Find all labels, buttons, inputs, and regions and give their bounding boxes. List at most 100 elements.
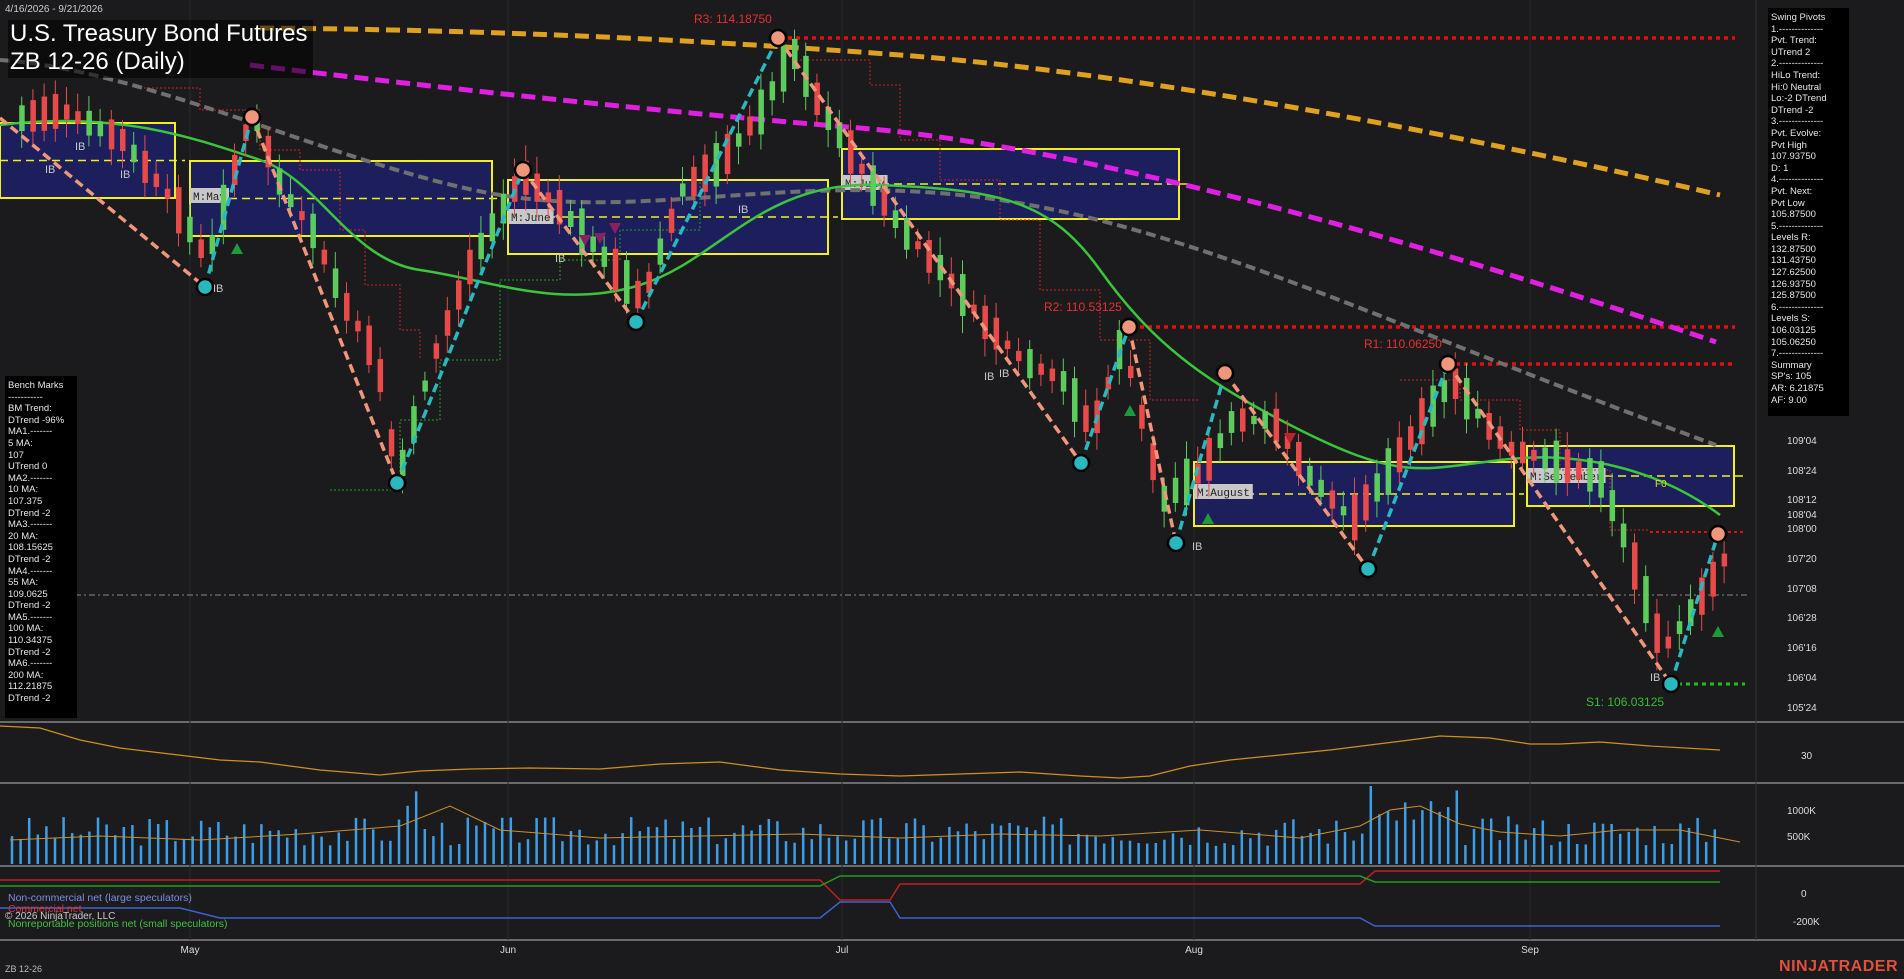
candle-body	[736, 133, 742, 147]
swing-pivots-line: D: 1	[1771, 162, 1789, 174]
candle-body	[187, 216, 193, 243]
swing-low-marker	[195, 277, 215, 297]
swing-low-marker	[387, 473, 407, 493]
volume-axis-label: 1000K	[1787, 806, 1816, 817]
bench-marks-line: -----------	[8, 391, 43, 403]
swing-high-marker	[1215, 363, 1235, 383]
candle-body	[1027, 349, 1033, 379]
swing-pivots-line: 105.06250	[1771, 336, 1816, 348]
candle-body	[1307, 465, 1313, 486]
swing-pivots-line: Summary	[1771, 359, 1812, 371]
candle-body	[1508, 441, 1515, 456]
swing-low-marker	[1166, 533, 1186, 553]
swing-pivots-line: Levels S:	[1771, 313, 1811, 325]
r3-label: R3: 114.18750	[694, 12, 772, 26]
x-axis-label: May	[181, 945, 200, 956]
price-axis-label: 108'24	[1787, 466, 1817, 477]
swing-pivots-line: UTrend 2	[1771, 46, 1811, 58]
swing-high-marker	[1708, 524, 1728, 544]
swing-pivots-line: 127.62500	[1771, 267, 1816, 279]
f0-label: F0	[1655, 479, 1667, 490]
bench-marks-line: 10 MA:	[8, 484, 39, 496]
candle-body	[366, 325, 372, 366]
candle-body	[86, 110, 92, 136]
bench-marks-line: MA3.-------	[8, 519, 53, 531]
swing-pivots-line: SP's: 105	[1771, 371, 1812, 383]
bench-marks-line: 5 MA:	[8, 437, 33, 449]
swing-pivots-panel: Swing Pivots 1.-------------- Pvt. Trend: U…	[1768, 8, 1849, 416]
bench-marks-line: DTrend -2	[8, 646, 51, 658]
candle-body	[433, 343, 440, 359]
bench-marks-line: DTrend -96%	[8, 414, 65, 426]
price-axis-label: 108'04	[1787, 510, 1817, 521]
candle-body	[612, 248, 619, 291]
swing-pivots-line: 126.93750	[1771, 278, 1816, 290]
candle-body	[344, 292, 350, 321]
candle-body	[1049, 368, 1056, 382]
candle-body	[657, 238, 664, 265]
ib-label: IB	[1650, 672, 1660, 684]
candle-body	[1620, 523, 1627, 548]
swing-pivots-line: 2.--------------	[1771, 58, 1824, 70]
candle-body	[769, 81, 776, 101]
swing-pivots-line: Hi:0 Neutral	[1771, 81, 1822, 93]
candle-body	[1564, 449, 1571, 483]
candle-body	[64, 104, 70, 120]
swing-pivots-line: AF: 9.00	[1771, 394, 1807, 406]
candle-body	[680, 183, 686, 197]
swing-pivots-line: 5.--------------	[1771, 220, 1824, 232]
bench-marks-line: MA1.-------	[8, 426, 53, 438]
ib-label: IB	[984, 371, 994, 383]
candle-body	[232, 154, 238, 186]
candle-body	[1576, 461, 1582, 480]
swing-high-marker	[513, 160, 533, 180]
candle-body	[1240, 408, 1246, 432]
candle-body	[1396, 437, 1403, 473]
candle-body	[590, 236, 596, 252]
swing-pivots-line: 106.03125	[1771, 325, 1816, 337]
r2-label: R2: 110.53125	[1044, 300, 1122, 314]
candle-body	[478, 232, 484, 260]
swing-pivots-line: 7.--------------	[1771, 348, 1824, 360]
swing-low-marker	[626, 312, 646, 332]
x-axis-label: Sep	[1521, 945, 1539, 956]
swing-pivots-line: 132.87500	[1771, 243, 1816, 255]
swing-pivots-line: 107.93750	[1771, 151, 1816, 163]
swing-pivots-line: Lo:-2 DTrend	[1771, 93, 1827, 105]
candle-body	[993, 317, 1000, 350]
candle-body	[1654, 613, 1660, 653]
candle-body	[881, 189, 888, 216]
osc-axis-label: 30	[1801, 751, 1813, 762]
candle-body	[1016, 350, 1022, 362]
candle-body	[848, 130, 854, 174]
candle-body	[1408, 426, 1414, 450]
volume-axis-label: 500K	[1787, 832, 1811, 843]
bench-marks-line: 200 MA:	[8, 669, 44, 681]
candle-body	[332, 268, 339, 298]
bench-marks-line: DTrend -2	[8, 507, 51, 519]
x-axis-label: Aug	[1185, 945, 1203, 956]
price-axis-label: 105'24	[1787, 703, 1817, 714]
swing-pivots-line: 4.--------------	[1771, 174, 1824, 186]
candle-body	[1598, 461, 1604, 498]
bench-marks-line: 110.34375	[8, 635, 53, 647]
candle-body	[1531, 449, 1537, 461]
ib-label: IB	[75, 141, 85, 153]
candle-body	[568, 210, 574, 228]
candle-body	[355, 320, 361, 332]
candle-body	[1587, 458, 1593, 492]
swing-high-marker	[1438, 354, 1458, 374]
candle-body	[859, 163, 865, 174]
price-axis-label: 109'04	[1787, 436, 1817, 447]
bench-marks-line: 107.375	[8, 495, 43, 507]
candle-body	[1329, 490, 1336, 509]
x-axis-label: Jun	[500, 945, 516, 956]
swing-pivots-line: Pvt Low	[1771, 197, 1805, 209]
title-line-2: ZB 12-26 (Daily)	[10, 48, 185, 75]
candle-body	[1004, 340, 1011, 350]
candle-body	[388, 429, 395, 457]
candle-body	[422, 380, 428, 392]
bench-marks-line: MA2.-------	[8, 472, 53, 484]
candle-body	[52, 94, 59, 129]
candle-body	[198, 239, 204, 258]
